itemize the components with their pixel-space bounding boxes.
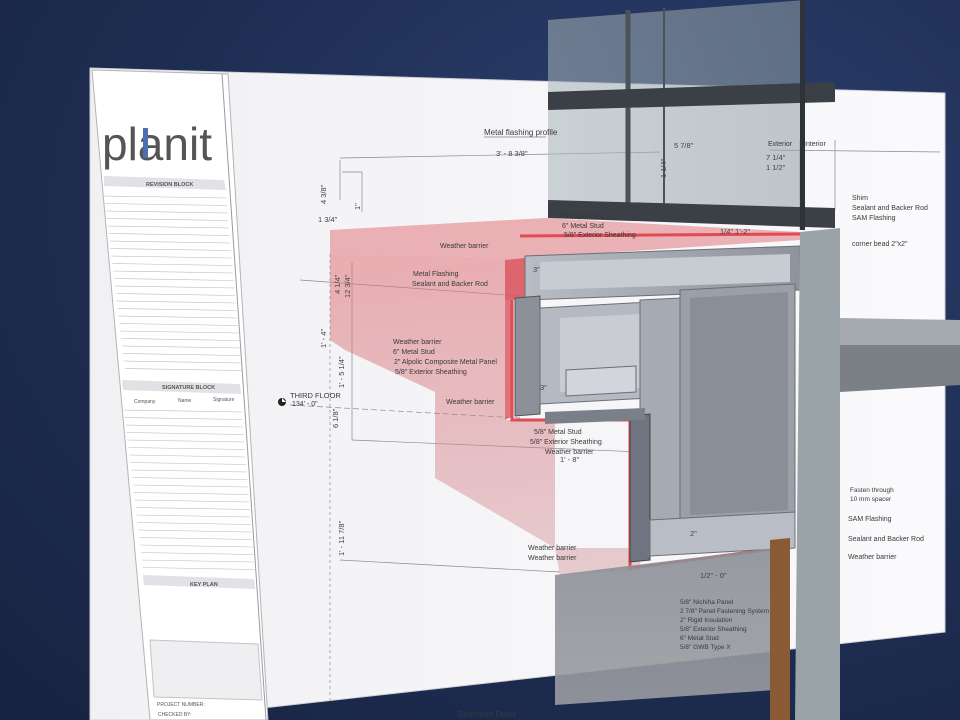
svg-text:Weather barrier: Weather barrier bbox=[545, 449, 594, 456]
svg-text:Sealant and Backer Rod: Sealant and Backer Rod bbox=[852, 205, 928, 212]
floor-slab bbox=[840, 318, 960, 345]
svg-text:Sealant and Backer Rod: Sealant and Backer Rod bbox=[848, 536, 924, 543]
svg-text:3": 3" bbox=[540, 383, 547, 392]
svg-text:Interior: Interior bbox=[804, 141, 826, 148]
svg-text:5/8" Exterior Sheathing: 5/8" Exterior Sheathing bbox=[680, 626, 747, 633]
svg-text:2" Alpolic Composite Metal Pan: 2" Alpolic Composite Metal Panel bbox=[394, 359, 497, 366]
svg-text:2": 2" bbox=[690, 529, 697, 538]
svg-text:1 1/2": 1 1/2" bbox=[766, 163, 786, 172]
svg-text:Sealant and Backer Rod: Sealant and Backer Rod bbox=[412, 281, 488, 288]
svg-text:Exterior: Exterior bbox=[768, 141, 793, 148]
svg-text:10 mm spacer: 10 mm spacer bbox=[850, 496, 892, 503]
svg-text:corner bead 2"x2": corner bead 2"x2" bbox=[852, 241, 908, 248]
svg-text:4 3/8": 4 3/8" bbox=[319, 184, 328, 204]
svg-text:1' - 5 1/4": 1' - 5 1/4" bbox=[337, 356, 346, 388]
svg-text:1/2" - 0": 1/2" - 0" bbox=[700, 571, 727, 580]
level-name: THIRD FLOOR bbox=[290, 391, 341, 400]
svg-text:5/8" Exterior Sheathing: 5/8" Exterior Sheathing bbox=[564, 232, 636, 239]
svg-text:Weather barrier: Weather barrier bbox=[848, 554, 897, 561]
svg-text:6" Metal Stud: 6" Metal Stud bbox=[393, 349, 435, 356]
svg-text:2 7/8" Panel Fastening System: 2 7/8" Panel Fastening System bbox=[680, 608, 769, 615]
svg-text:Weather barrier: Weather barrier bbox=[393, 339, 442, 346]
wood-blocking bbox=[770, 538, 790, 720]
svg-text:3' - 8 3/8": 3' - 8 3/8" bbox=[496, 149, 528, 158]
logo: planit bbox=[102, 118, 212, 170]
svg-text:7 1/4": 7 1/4" bbox=[766, 153, 786, 162]
svg-text:5/8" Exterior Sheathing: 5/8" Exterior Sheathing bbox=[530, 439, 602, 446]
signature-block-label: SIGNATURE BLOCK bbox=[162, 385, 215, 391]
svg-text:Weather barrier: Weather barrier bbox=[440, 243, 489, 250]
svg-text:Metal flashing profile: Metal flashing profile bbox=[484, 128, 558, 137]
svg-text:12 3/4": 12 3/4" bbox=[343, 274, 352, 298]
svg-text:1 3/4": 1 3/4" bbox=[318, 215, 338, 224]
svg-text:SAM Flashing: SAM Flashing bbox=[848, 516, 892, 523]
glass-panel bbox=[548, 0, 805, 220]
key-plan-label: KEY PLAN bbox=[190, 582, 218, 588]
level-elevation: 134' - 0" bbox=[292, 401, 318, 408]
column bbox=[795, 228, 840, 720]
checked-by: CHECKED BY: bbox=[158, 712, 192, 718]
svg-text:5/8" Exterior Sheathing: 5/8" Exterior Sheathing bbox=[395, 369, 467, 376]
svg-text:Waterproofing: Waterproofing bbox=[560, 213, 604, 220]
svg-text:5/8" Metal Stud: 5/8" Metal Stud bbox=[534, 429, 582, 436]
svg-text:2 1/2": 2 1/2" bbox=[767, 206, 776, 226]
svg-text:3": 3" bbox=[533, 265, 540, 274]
svg-text:5/8" GWB Type X: 5/8" GWB Type X bbox=[680, 644, 731, 651]
mullion bbox=[800, 0, 805, 230]
svg-text:5/8" Nichiha Panel: 5/8" Nichiha Panel bbox=[680, 599, 734, 606]
svg-text:SAM Flashing: SAM Flashing bbox=[852, 215, 896, 222]
sig-col-signature: Signature bbox=[213, 397, 235, 403]
svg-text:1' - 11 7/8": 1' - 11 7/8" bbox=[337, 520, 346, 556]
svg-text:6" Metal Stud: 6" Metal Stud bbox=[680, 635, 719, 642]
svg-text:Storefront Detail: Storefront Detail bbox=[458, 710, 516, 719]
revision-block-label: REVISION BLOCK bbox=[146, 182, 193, 188]
svg-text:5 7/8": 5 7/8" bbox=[674, 141, 694, 150]
svg-text:6 1/8": 6 1/8" bbox=[331, 408, 340, 428]
project-number: PROJECT NUMBER: bbox=[157, 702, 205, 708]
svg-text:Fasten through: Fasten through bbox=[850, 487, 894, 494]
svg-text:Weather barrier: Weather barrier bbox=[446, 399, 495, 406]
svg-text:Shim: Shim bbox=[852, 195, 868, 202]
svg-text:1' - 4": 1' - 4" bbox=[319, 329, 328, 348]
svg-text:Metal Flashing: Metal Flashing bbox=[413, 271, 459, 278]
svg-text:Weather barrier: Weather barrier bbox=[528, 545, 577, 552]
sig-col-name: Name bbox=[178, 398, 192, 404]
floor-slab-edge bbox=[840, 345, 960, 392]
sig-col-company: Company bbox=[134, 399, 156, 405]
svg-text:1/4" 1'-2": 1/4" 1'-2" bbox=[720, 227, 750, 236]
svg-text:1": 1" bbox=[353, 203, 362, 210]
svg-text:1 1/4": 1 1/4" bbox=[659, 158, 668, 178]
svg-text:4 1/4": 4 1/4" bbox=[333, 274, 342, 294]
svg-text:2" Rigid Insulation: 2" Rigid Insulation bbox=[680, 617, 733, 624]
svg-text:6" Metal Stud: 6" Metal Stud bbox=[562, 223, 604, 230]
svg-text:Weather barrier: Weather barrier bbox=[528, 555, 577, 562]
svg-text:1' - 8": 1' - 8" bbox=[560, 455, 579, 464]
detail-scene: planit REVISION BLOCK SIGNATURE BLOCK Co… bbox=[89, 0, 960, 720]
